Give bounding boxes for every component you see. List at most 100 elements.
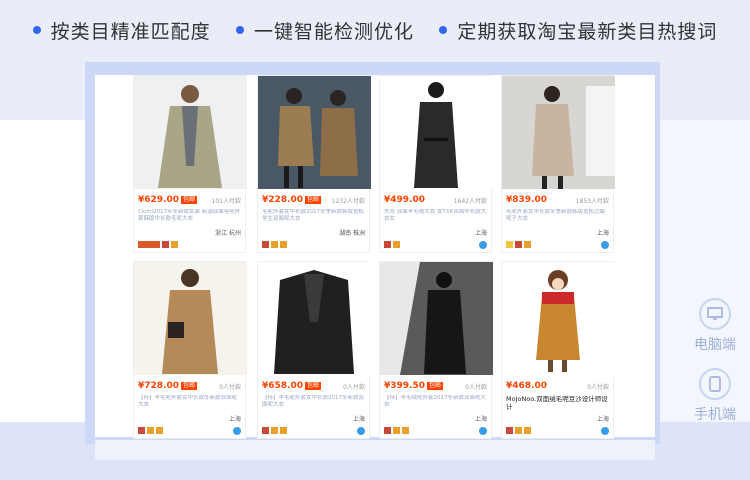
bullet-dot-icon	[439, 26, 448, 34]
service-icons	[262, 427, 287, 434]
feature-item: 一键智能检测优化	[235, 17, 414, 44]
service-icon	[262, 427, 269, 434]
product-title[interactable]: 毛呢外套女中长款冬季新款韩版宽松过膝呢子大衣	[506, 209, 609, 227]
service-icon	[506, 427, 513, 434]
coat-photo-7	[380, 262, 493, 375]
tmall-icon	[138, 241, 160, 248]
product-photo[interactable]	[380, 262, 493, 375]
location: 上海	[228, 416, 241, 423]
sold-count: 0人付款	[343, 383, 365, 391]
feature-label: 定期获取淘宝最新类目热搜词	[457, 20, 718, 43]
service-icon	[393, 241, 400, 248]
coat-photo-4	[502, 76, 615, 189]
product-card[interactable]: ¥228.00 包邮 1232人付款 毛呢外套女中长款2017冬季新款韩版宽松学…	[257, 75, 371, 253]
price-row: ¥658.00 包邮 0人付款	[262, 379, 365, 393]
wangwang-chat-icon[interactable]	[479, 427, 487, 435]
mobile-entry[interactable]: 手机端	[690, 368, 740, 424]
price-row: ¥839.00 1853人付款	[506, 193, 609, 207]
price: ¥499.00	[384, 195, 425, 205]
service-icon	[506, 241, 513, 248]
service-icon	[271, 241, 278, 248]
product-title[interactable]: 【特】羊毛呢外套女中长款冬新款双面呢大衣	[138, 395, 241, 413]
wangwang-chat-icon[interactable]	[479, 241, 487, 249]
pc-entry[interactable]: 电脑端	[690, 298, 740, 354]
sold-count: 101人付款	[211, 197, 241, 205]
service-icon	[271, 427, 278, 434]
product-card[interactable]: ¥728.00 包邮 0人付款 【特】羊毛呢外套女中长款冬新款双面呢大衣 上海	[133, 261, 247, 439]
pc-label: 电脑端	[694, 337, 736, 353]
feature-label: 按类目精准匹配度	[50, 20, 211, 43]
coat-photo-6	[258, 262, 371, 375]
product-title[interactable]: 东莞 双面羊毛绒大衣 女TXK双面中长款大衣女	[384, 209, 487, 227]
price: ¥468.00	[506, 381, 547, 391]
price: ¥629.00	[138, 195, 179, 205]
sold-count: 0人付款	[219, 383, 241, 391]
sold-count: 1232人付款	[331, 197, 365, 205]
mobile-label: 手机端	[694, 407, 736, 423]
shipping-badge: 包邮	[181, 196, 198, 204]
service-icon	[262, 241, 269, 248]
coat-photo-5	[134, 262, 247, 375]
price: ¥228.00	[262, 195, 303, 205]
service-icons	[384, 241, 400, 248]
coat-photo-1	[134, 76, 247, 189]
price-row: ¥499.00 1642人付款	[384, 193, 487, 207]
product-photo[interactable]	[258, 76, 371, 189]
service-icons	[262, 241, 287, 248]
feature-item: 按类目精准匹配度	[32, 17, 211, 44]
service-icon	[384, 427, 391, 434]
product-card[interactable]: ¥399.50 包邮 0人付款 【特】羊毛绒呢外套2017冬新款双面呢大衣 上海	[379, 261, 493, 439]
price-row: ¥629.00 包邮 101人付款	[138, 193, 241, 207]
product-photo[interactable]	[502, 76, 615, 189]
shipping-badge: 包邮	[427, 382, 444, 390]
bullet-dot-icon	[32, 26, 41, 34]
service-icon	[515, 427, 522, 434]
product-card[interactable]: ¥499.00 1642人付款 东莞 双面羊毛绒大衣 女TXK双面中长款大衣女 …	[379, 75, 493, 253]
price: ¥399.50	[384, 381, 425, 391]
location: 上海	[474, 416, 487, 423]
location: 上海	[596, 416, 609, 423]
panel-shadow	[95, 440, 655, 460]
service-icon	[402, 427, 409, 434]
price: ¥839.00	[506, 195, 547, 205]
wangwang-chat-icon[interactable]	[601, 427, 609, 435]
product-card[interactable]: ¥629.00 包邮 101人付款 Ckchi2017年冬新款女装 新潮双面毛呢…	[133, 75, 247, 253]
illustration-photo-8	[502, 262, 615, 375]
service-icons	[384, 427, 409, 434]
sold-count: 1853人付款	[575, 197, 609, 205]
service-icon	[515, 241, 522, 248]
wangwang-chat-icon[interactable]	[357, 427, 365, 435]
service-icon	[156, 427, 163, 434]
service-icons	[506, 241, 531, 248]
location: 上海	[474, 230, 487, 237]
service-icon	[524, 427, 531, 434]
shipping-badge: 包邮	[305, 196, 322, 204]
product-photo[interactable]	[502, 262, 615, 375]
feature-bar: 按类目精准匹配度 一键智能检测优化 定期获取淘宝最新类目热搜词	[0, 10, 750, 50]
product-title[interactable]: Ckchi2017年冬新款女装 新潮双面毛呢外套韩版中长款毛呢大衣	[138, 209, 241, 227]
monitor-icon	[699, 298, 731, 330]
feature-item: 定期获取淘宝最新类目热搜词	[439, 17, 717, 44]
product-title[interactable]: 毛呢外套女中长款2017冬季新款韩版宽松学生双面呢大衣	[262, 209, 365, 227]
service-icons	[506, 427, 531, 434]
sold-count: 0人付款	[465, 383, 487, 391]
product-title[interactable]: 【特】羊毛呢外套女中长款2017冬新款双面呢大衣	[262, 395, 365, 413]
price-row: ¥728.00 包邮 0人付款	[138, 379, 241, 393]
product-photo[interactable]	[258, 262, 371, 375]
product-card[interactable]: ¥839.00 1853人付款 毛呢外套女中长款冬季新款韩版宽松过膝呢子大衣 上…	[501, 75, 615, 253]
shipping-badge: 包邮	[305, 382, 322, 390]
wangwang-chat-icon[interactable]	[233, 427, 241, 435]
product-photo[interactable]	[134, 76, 247, 189]
product-card[interactable]: ¥468.00 0人付款 MoJoNoo.双面绒毛呢豆沙设计师设计 上海	[501, 261, 615, 439]
service-icons	[138, 427, 163, 434]
product-grid: ¥629.00 包邮 101人付款 Ckchi2017年冬新款女装 新潮双面毛呢…	[133, 75, 618, 440]
price-row: ¥468.00 0人付款	[506, 379, 609, 393]
product-title[interactable]: 【特】羊毛绒呢外套2017冬新款双面呢大衣	[384, 395, 487, 413]
product-photo[interactable]	[380, 76, 493, 189]
product-photo[interactable]	[134, 262, 247, 375]
wangwang-chat-icon[interactable]	[601, 241, 609, 249]
price: ¥658.00	[262, 381, 303, 391]
product-card[interactable]: ¥658.00 包邮 0人付款 【特】羊毛呢外套女中长款2017冬新款双面呢大衣…	[257, 261, 371, 439]
service-icon	[171, 241, 178, 248]
product-title[interactable]: MoJoNoo.双面绒毛呢豆沙设计师设计	[506, 395, 609, 417]
